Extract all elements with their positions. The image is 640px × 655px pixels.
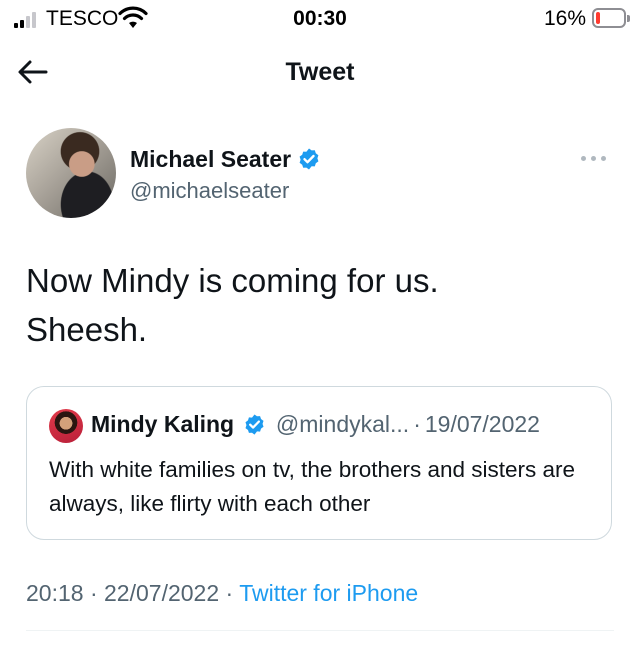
status-bar: TESCO 00:30 16% xyxy=(0,0,640,40)
author-handle[interactable]: @michaelseater xyxy=(130,178,289,204)
divider xyxy=(26,630,614,631)
author-name-row[interactable]: Michael Seater xyxy=(130,146,321,177)
tweet-text: Now Mindy is coming for us. Sheesh. xyxy=(26,256,606,354)
quoted-tweet-card[interactable]: Mindy Kaling @mindykal... · 19/07/2022 Wit… xyxy=(26,386,612,540)
navigation-header: Tweet xyxy=(0,44,640,100)
verified-badge-icon xyxy=(243,413,266,442)
more-dot-icon xyxy=(601,156,606,161)
author-display-name: Michael Seater xyxy=(130,146,292,172)
quoted-tweet-date: 19/07/2022 xyxy=(424,411,540,437)
tweet-author: Michael Seater @michaelseater xyxy=(26,128,616,220)
tweet-time: 20:18 xyxy=(26,580,84,606)
page-title: Tweet xyxy=(285,58,355,86)
battery-percentage: 16% xyxy=(543,7,586,30)
battery-icon xyxy=(592,8,630,28)
quoted-author-handle: @mindykal... xyxy=(275,411,410,437)
tweet-timestamp: 20:18 · 22/07/2022 · Twitter for iPhone xyxy=(26,580,418,607)
battery-level-fill xyxy=(596,12,600,24)
quoted-tweet-header: Mindy Kaling @mindykal... · 19/07/2022 xyxy=(91,411,540,442)
separator-dot: · xyxy=(413,411,421,437)
quoted-author-name: Mindy Kaling xyxy=(91,411,235,437)
more-options-button[interactable] xyxy=(580,148,610,168)
tweet-text-line: Sheesh. xyxy=(26,311,148,348)
quoted-author-avatar xyxy=(49,409,83,443)
tweet-source-link[interactable]: Twitter for iPhone xyxy=(239,580,418,606)
separator-dot: · xyxy=(225,580,234,606)
verified-badge-icon xyxy=(297,147,321,177)
more-dot-icon xyxy=(591,156,596,161)
quoted-tweet-text: With white families on tv, the brothers … xyxy=(49,457,576,516)
separator-dot: · xyxy=(89,580,98,606)
author-avatar[interactable] xyxy=(26,128,116,218)
more-dot-icon xyxy=(581,156,586,161)
tweet-text-line: Now Mindy is coming for us. xyxy=(26,262,439,299)
tweet-date: 22/07/2022 xyxy=(104,580,220,606)
